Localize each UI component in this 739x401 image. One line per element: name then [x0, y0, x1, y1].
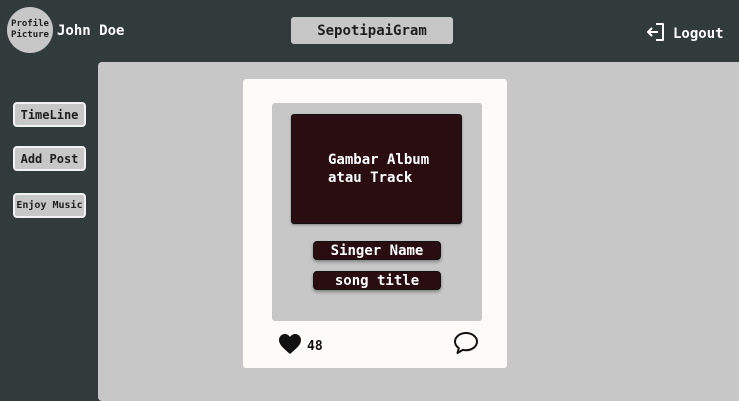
- nav-timeline-button[interactable]: TimeLine: [13, 102, 86, 127]
- logout-label: Logout: [673, 26, 724, 42]
- profile-picture-avatar[interactable]: Profile Picture: [7, 7, 53, 53]
- like-button[interactable]: 48: [278, 333, 323, 359]
- album-placeholder-text: Gambar Album atau Track: [328, 152, 430, 186]
- nav-add-post-button[interactable]: Add Post: [13, 146, 86, 171]
- post-media-panel: Gambar Album atau Track Singer Name song…: [272, 103, 482, 321]
- nav-timeline-label: TimeLine: [20, 107, 79, 122]
- logout-button[interactable]: Logout: [645, 22, 724, 46]
- nav-enjoy-music-label: Enjoy Music: [16, 200, 83, 211]
- nav-enjoy-music-button[interactable]: Enjoy Music: [13, 193, 86, 218]
- nav-add-post-label: Add Post: [20, 151, 79, 166]
- app-title: SepotipaiGram: [291, 17, 453, 44]
- username: John Doe: [57, 23, 125, 39]
- album-image-placeholder[interactable]: Gambar Album atau Track: [291, 114, 462, 224]
- song-title: song title: [313, 271, 441, 290]
- comment-button[interactable]: [453, 331, 479, 359]
- app-title-text: SepotipaiGram: [317, 22, 427, 39]
- singer-name: Singer Name: [313, 241, 441, 260]
- song-title-text: song title: [334, 272, 420, 289]
- comment-icon: [453, 332, 479, 359]
- logout-icon: [645, 22, 665, 46]
- singer-name-text: Singer Name: [330, 242, 424, 259]
- heart-icon: [278, 333, 302, 359]
- avatar-placeholder-text: Profile Picture: [11, 19, 49, 40]
- like-count: 48: [307, 338, 323, 354]
- post-card: Gambar Album atau Track Singer Name song…: [243, 79, 507, 368]
